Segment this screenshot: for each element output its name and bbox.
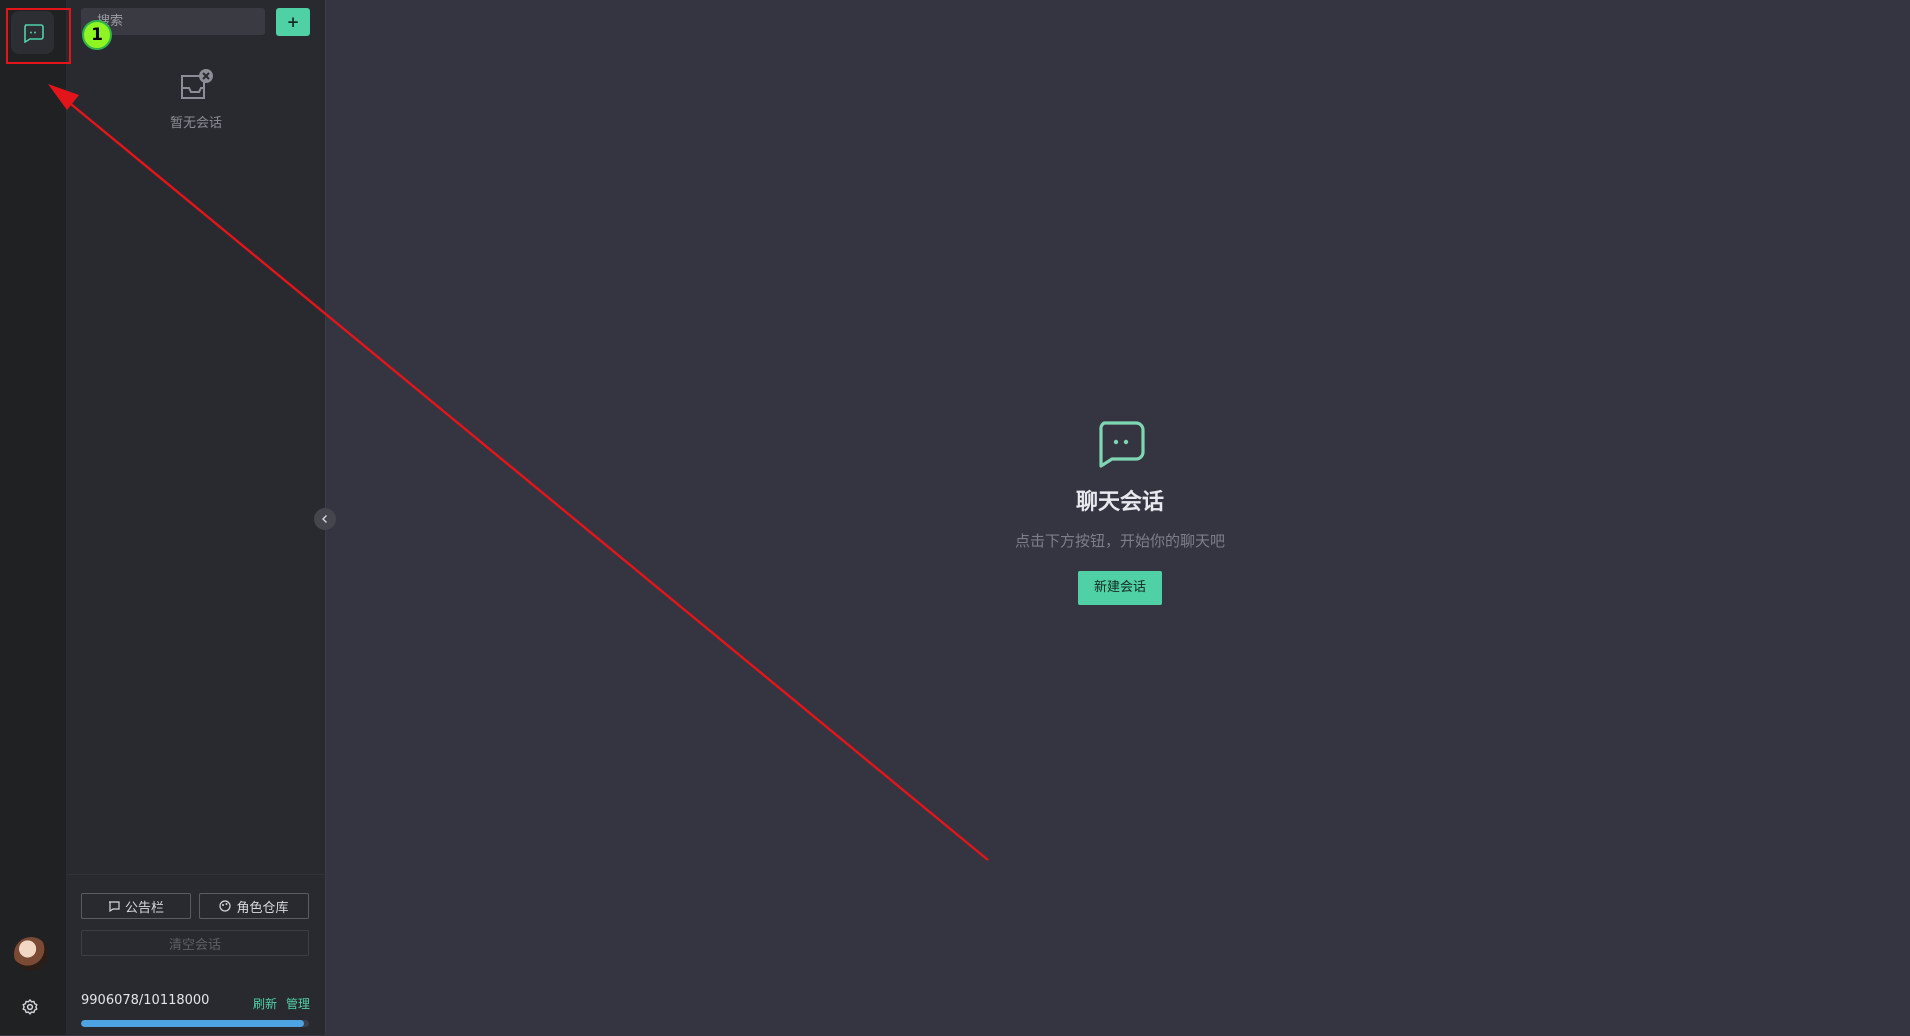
- left-rail: [0, 0, 67, 1035]
- conversation-sidebar: 搜索 + 暂无会话 公告栏 角色仓库 清空会话 9906078/10118000…: [67, 0, 326, 1035]
- page-subtitle: 点击下方按钮，开始你的聊天吧: [1014, 532, 1225, 550]
- add-conversation-button[interactable]: +: [276, 8, 310, 36]
- refresh-link[interactable]: 刷新: [253, 995, 277, 1012]
- role-library-label: 角色仓库: [236, 900, 289, 916]
- user-avatar[interactable]: [14, 937, 48, 971]
- step-badge: 1: [82, 20, 112, 50]
- empty-state-text: 暂无会话: [169, 116, 222, 131]
- clear-conversations-button[interactable]: 清空会话: [81, 930, 309, 956]
- empty-inbox-icon: [181, 69, 213, 99]
- announcement-label: 公告栏: [124, 900, 164, 916]
- page-title: 聊天会话: [1075, 490, 1164, 515]
- quota-text: 9906078/10118000: [81, 993, 210, 1008]
- settings-button[interactable]: [19, 996, 41, 1018]
- collapse-sidebar-button[interactable]: [314, 508, 336, 530]
- highlight-box: [6, 8, 71, 64]
- empty-state: 暂无会话: [67, 66, 325, 131]
- announcement-icon: [108, 901, 120, 912]
- quota-progress-bar: [81, 1020, 309, 1027]
- chat-bubble-icon: [1099, 421, 1145, 468]
- chevron-left-icon: [322, 515, 327, 523]
- gear-icon: [22, 999, 38, 1015]
- clear-conversations-label: 清空会话: [168, 937, 221, 953]
- role-library-button[interactable]: 角色仓库: [199, 893, 309, 919]
- announcement-button[interactable]: 公告栏: [81, 893, 191, 919]
- quota-progress-fill: [81, 1020, 305, 1027]
- palette-icon: [219, 900, 232, 912]
- welcome-panel: 聊天会话 点击下方按钮，开始你的聊天吧 新建会话: [1000, 420, 1240, 605]
- sidebar-footer: 公告栏 角色仓库 清空会话 9906078/10118000 刷新 管理: [67, 874, 325, 1036]
- manage-link[interactable]: 管理: [286, 995, 310, 1012]
- new-conversation-button[interactable]: 新建会话: [1078, 571, 1162, 605]
